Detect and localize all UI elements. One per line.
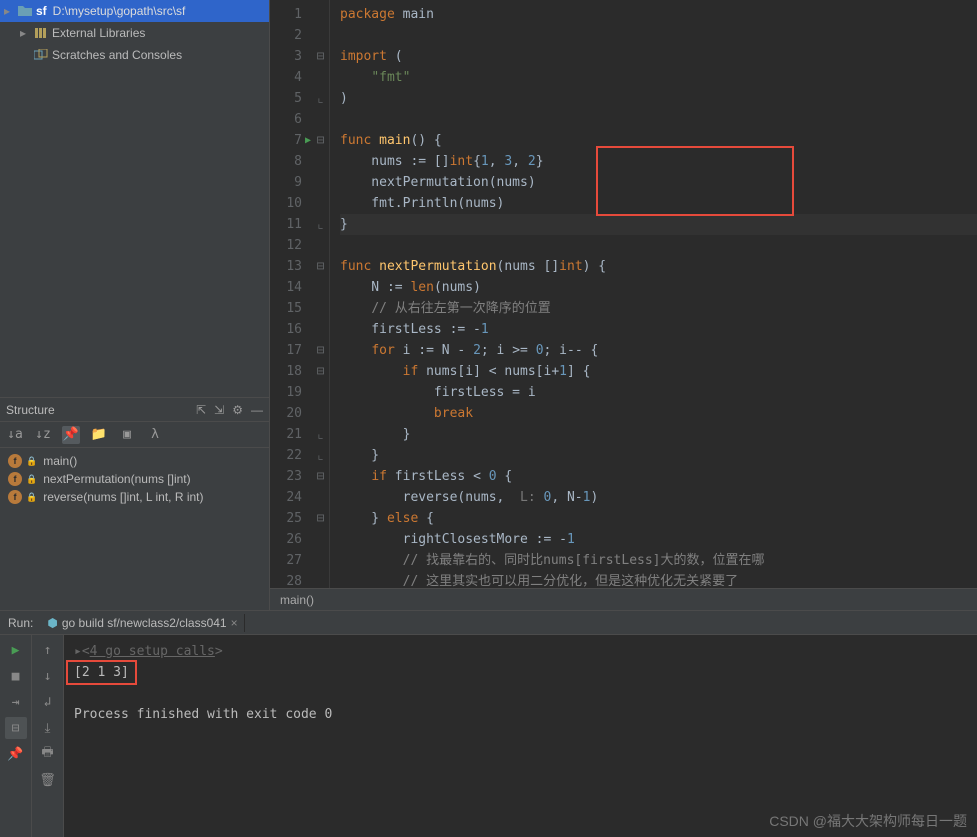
sort-visibility-icon[interactable]: ↓z <box>34 426 52 444</box>
lock-icon: 🔒 <box>26 474 37 485</box>
down-icon[interactable]: ↓ <box>37 665 59 687</box>
lock-icon: 🔒 <box>26 492 37 503</box>
show-anon-icon[interactable]: λ <box>146 426 164 444</box>
clear-icon[interactable]: 🗑 <box>37 769 59 791</box>
hide-icon[interactable]: — <box>251 403 263 417</box>
structure-toolbar: ⇱ ⇲ ⚙ — <box>196 403 263 417</box>
show-inherited-icon[interactable]: ▣ <box>118 426 136 444</box>
scratches-label: Scratches and Consoles <box>52 48 182 62</box>
external-libraries-row[interactable]: ▸ External Libraries <box>0 22 269 44</box>
run-header: Run: ⬢ go build sf/newclass2/class041 × <box>0 611 977 635</box>
watermark: CSDN @福大大架构师每日一题 <box>769 811 967 831</box>
expand-all-icon[interactable]: ⇱ <box>196 403 206 417</box>
exit-line: Process finished with exit code 0 <box>74 707 332 722</box>
structure-title: Structure <box>6 403 55 417</box>
structure-item-label: nextPermutation(nums []int) <box>43 472 190 486</box>
scroll-end-icon[interactable]: ⤓ <box>37 717 59 739</box>
project-name: sf <box>36 4 47 18</box>
folder-icon <box>18 5 32 17</box>
structure-list: f 🔒 main() f 🔒 nextPermutation(nums []in… <box>0 448 269 510</box>
library-icon <box>34 27 48 39</box>
pin-icon[interactable]: 📌 <box>5 743 27 765</box>
exit-icon[interactable]: ⇥ <box>5 691 27 713</box>
structure-panel: Structure ⇱ ⇲ ⚙ — ↓a ↓z 📌 📁 ▣ λ f � <box>0 398 269 510</box>
breadcrumb-item[interactable]: main() <box>280 593 314 607</box>
left-sidebar: ▸ sf D:\mysetup\gopath\src\sf ▸ External… <box>0 0 270 610</box>
run-label: Run: <box>8 616 33 630</box>
function-icon: f <box>8 490 22 504</box>
structure-item-label: main() <box>43 454 77 468</box>
up-icon[interactable]: ↑ <box>37 639 59 661</box>
project-path: D:\mysetup\gopath\src\sf <box>53 4 186 18</box>
external-libraries-label: External Libraries <box>52 26 145 40</box>
run-tool-window: Run: ⬢ go build sf/newclass2/class041 × … <box>0 610 977 837</box>
run-tab-label: go build sf/newclass2/class041 <box>62 616 227 630</box>
setup-calls: 4 go setup calls <box>90 644 215 659</box>
run-config-tab[interactable]: ⬢ go build sf/newclass2/class041 × <box>41 614 244 632</box>
sort-alpha-icon[interactable]: ↓a <box>6 426 24 444</box>
structure-item[interactable]: f 🔒 nextPermutation(nums []int) <box>0 470 269 488</box>
show-fields-icon[interactable]: 📁 <box>90 426 108 444</box>
structure-filter-bar: ↓a ↓z 📌 📁 ▣ λ <box>0 422 269 448</box>
output-line: [2 1 3] <box>66 660 137 685</box>
function-icon: f <box>8 472 22 486</box>
run-nav-gutter: ↑ ↓ ↲ ⤓ 🖶 🗑 <box>32 635 64 837</box>
expand-arrow-icon[interactable]: ▸ <box>4 4 14 18</box>
rerun-icon[interactable]: ▶ <box>5 639 27 661</box>
console-output[interactable]: ▸<4 go setup calls> [2 1 3] Process fini… <box>64 635 977 837</box>
autoscroll-icon[interactable]: 📌 <box>62 426 80 444</box>
collapse-all-icon[interactable]: ⇲ <box>214 403 224 417</box>
scratches-row[interactable]: Scratches and Consoles <box>0 44 269 66</box>
go-icon: ⬢ <box>47 616 57 630</box>
line-number-gutter[interactable]: 1234567▶89101112131415161718192021222324… <box>270 0 312 610</box>
code-editor[interactable]: 1234567▶89101112131415161718192021222324… <box>270 0 977 610</box>
structure-item[interactable]: f 🔒 reverse(nums []int, L int, R int) <box>0 488 269 506</box>
stop-icon[interactable]: ■ <box>5 665 27 687</box>
project-tree[interactable]: ▸ sf D:\mysetup\gopath\src\sf ▸ External… <box>0 0 269 398</box>
code-area[interactable]: package mainimport ( "fmt")func main() {… <box>330 0 977 610</box>
soft-wrap-icon[interactable]: ↲ <box>37 691 59 713</box>
layout-icon[interactable]: ⊟ <box>5 717 27 739</box>
scratches-icon <box>34 49 48 61</box>
close-icon[interactable]: × <box>231 616 238 630</box>
breadcrumb[interactable]: main() <box>270 588 977 610</box>
run-action-gutter: ▶ ■ ⇥ ⊟ 📌 <box>0 635 32 837</box>
structure-item[interactable]: f 🔒 main() <box>0 452 269 470</box>
gear-icon[interactable]: ⚙ <box>232 403 243 417</box>
fold-gutter[interactable]: ⊟⌞⊟⌞⊟⊟⊟⌞⌞⊟⊟⊟ <box>312 0 330 610</box>
function-icon: f <box>8 454 22 468</box>
structure-header: Structure ⇱ ⇲ ⚙ — <box>0 398 269 422</box>
print-icon[interactable]: 🖶 <box>37 743 59 765</box>
structure-item-label: reverse(nums []int, L int, R int) <box>43 490 203 504</box>
project-root-row[interactable]: ▸ sf D:\mysetup\gopath\src\sf <box>0 0 269 22</box>
expand-arrow-icon[interactable]: ▸ <box>20 26 30 40</box>
lock-icon: 🔒 <box>26 456 37 467</box>
